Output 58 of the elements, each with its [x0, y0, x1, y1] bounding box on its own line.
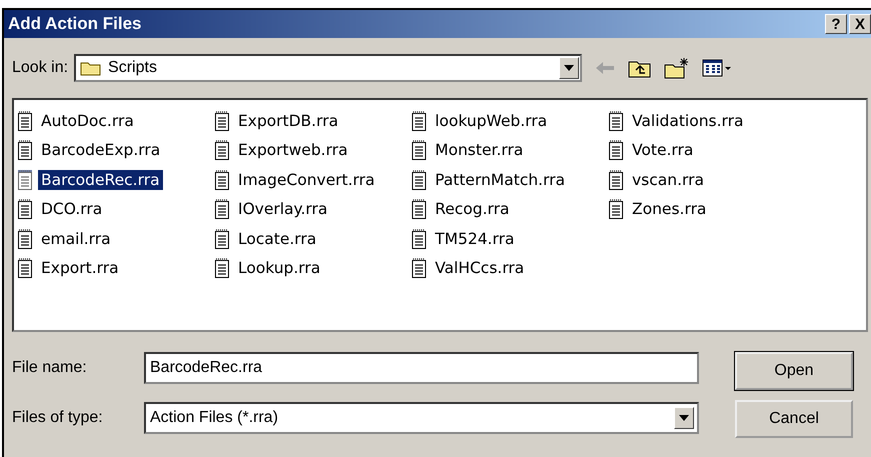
file-item[interactable]: Vote.rra: [629, 140, 696, 160]
file-type-dropdown[interactable]: Action Files (*.rra): [144, 402, 699, 434]
document-icon: [412, 140, 426, 160]
look-in-dropdown[interactable]: Scripts: [74, 54, 582, 82]
file-item[interactable]: PatternMatch.rra: [432, 170, 568, 190]
file-item[interactable]: DCO.rra: [38, 199, 106, 220]
file-item[interactable]: Exportweb.rra: [235, 140, 351, 160]
file-item[interactable]: BarcodeRec.rra: [38, 170, 163, 190]
file-item[interactable]: lookupWeb.rra: [432, 110, 550, 131]
file-item[interactable]: TM524.rra: [432, 228, 518, 249]
document-icon: [215, 228, 229, 249]
document-icon: [412, 110, 426, 131]
document-icon: [215, 170, 229, 190]
document-icon: [18, 140, 32, 160]
document-icon: [18, 170, 32, 190]
file-item[interactable]: vscan.rra: [629, 170, 707, 190]
document-icon: [18, 110, 32, 131]
file-item[interactable]: ValHCcs.rra: [432, 258, 528, 278]
file-item[interactable]: BarcodeExp.rra: [38, 140, 164, 160]
document-icon: [609, 110, 623, 131]
help-button[interactable]: ?: [825, 14, 847, 34]
document-icon: [215, 258, 229, 278]
file-type-label: Files of type:: [12, 409, 104, 427]
document-icon: [609, 170, 623, 190]
document-icon: [412, 199, 426, 220]
file-item[interactable]: AutoDoc.rra: [38, 110, 137, 131]
document-icon: [215, 199, 229, 220]
close-button[interactable]: X: [849, 14, 871, 34]
document-icon: [215, 140, 229, 160]
document-icon: [412, 170, 426, 190]
cancel-button[interactable]: Cancel: [735, 400, 853, 438]
file-item[interactable]: ExportDB.rra: [235, 110, 342, 131]
file-item[interactable]: Locate.rra: [235, 228, 320, 249]
file-item[interactable]: Export.rra: [38, 258, 122, 278]
document-icon: [18, 258, 32, 278]
document-icon: [609, 199, 623, 220]
window-title: Add Action Files: [8, 14, 142, 34]
document-icon: [609, 140, 623, 160]
look-in-label: Look in:: [12, 59, 68, 77]
file-item[interactable]: Validations.rra: [629, 110, 747, 131]
document-icon: [412, 228, 426, 249]
file-item[interactable]: Zones.rra: [629, 199, 710, 220]
document-icon: [215, 110, 229, 131]
file-item[interactable]: Monster.rra: [432, 140, 526, 160]
file-item[interactable]: Lookup.rra: [235, 258, 324, 278]
file-item[interactable]: ImageConvert.rra: [235, 170, 378, 190]
open-button[interactable]: Open: [735, 352, 853, 390]
folder-icon: [80, 60, 102, 76]
document-icon: [18, 228, 32, 249]
file-item[interactable]: Recog.rra: [432, 199, 512, 220]
view-menu-icon[interactable]: [702, 58, 732, 78]
file-item[interactable]: email.rra: [38, 228, 114, 249]
file-name-field[interactable]: BarcodeRec.rra: [144, 352, 699, 384]
file-name-label: File name:: [12, 359, 88, 377]
document-icon: [18, 199, 32, 220]
new-folder-icon[interactable]: [664, 57, 690, 79]
file-item[interactable]: IOverlay.rra: [235, 199, 331, 220]
document-icon: [412, 258, 426, 278]
